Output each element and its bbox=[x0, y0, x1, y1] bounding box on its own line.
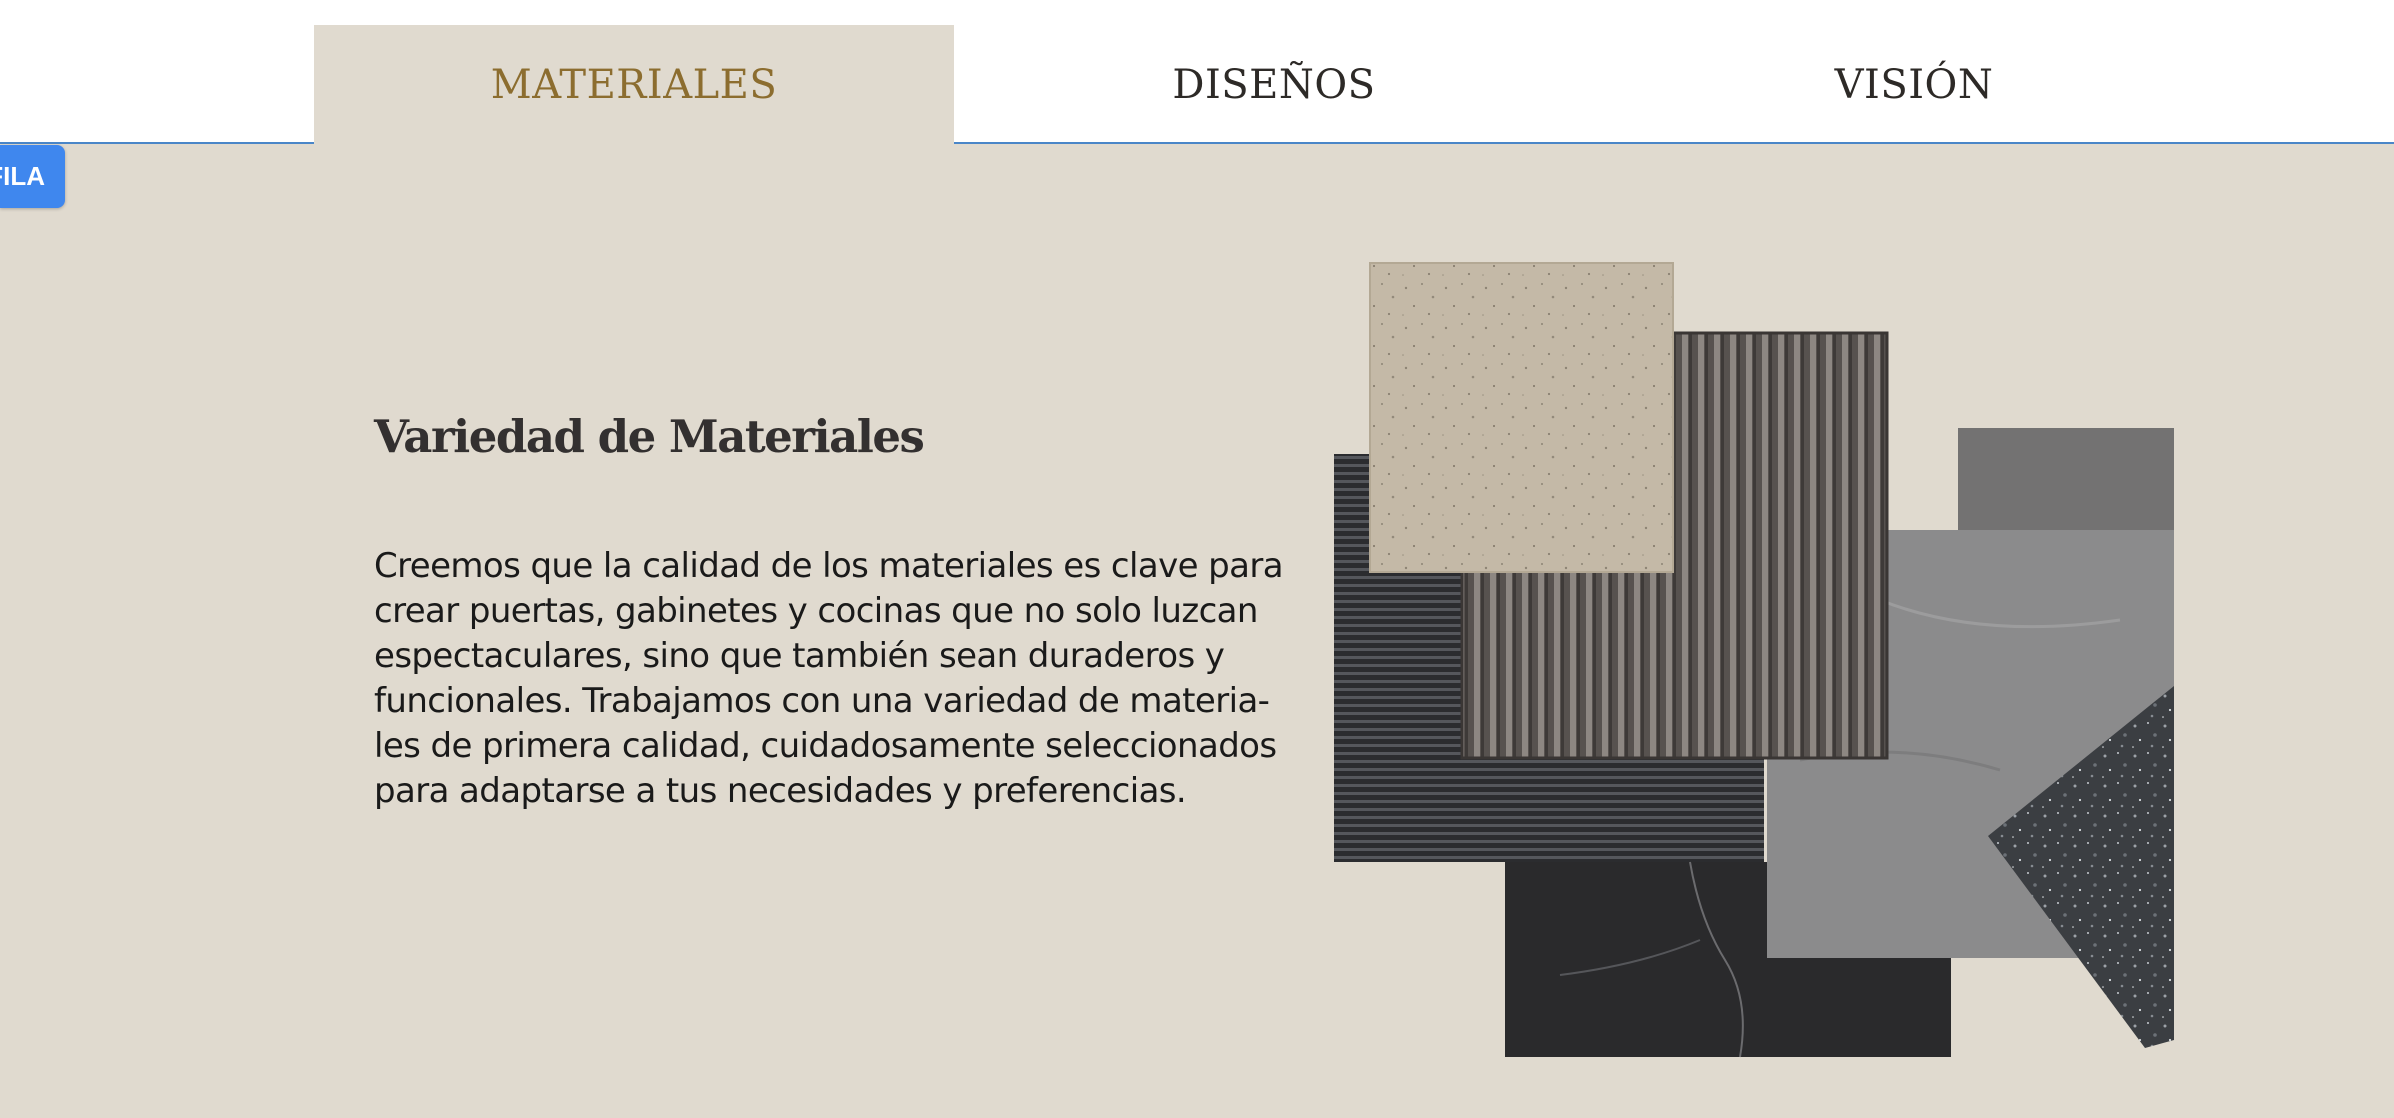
tab-label: VISIÓN bbox=[1834, 61, 1994, 108]
section-description: Creemos que la calidad de los materiales… bbox=[374, 546, 1284, 811]
tab-bar: MATERIALES DISEÑOS VISIÓN bbox=[0, 0, 2394, 146]
tab-vision[interactable]: VISIÓN bbox=[1594, 25, 2234, 144]
tab-label: DISEÑOS bbox=[1172, 61, 1376, 108]
tab-label: MATERIALES bbox=[490, 61, 778, 108]
tab-materiales[interactable]: MATERIALES bbox=[314, 25, 954, 146]
section-heading: Variedad de Materiales bbox=[374, 410, 925, 463]
fila-side-button[interactable]: FILA bbox=[0, 145, 65, 208]
fila-button-label: FILA bbox=[0, 161, 45, 191]
tab-disenos[interactable]: DISEÑOS bbox=[954, 25, 1594, 144]
